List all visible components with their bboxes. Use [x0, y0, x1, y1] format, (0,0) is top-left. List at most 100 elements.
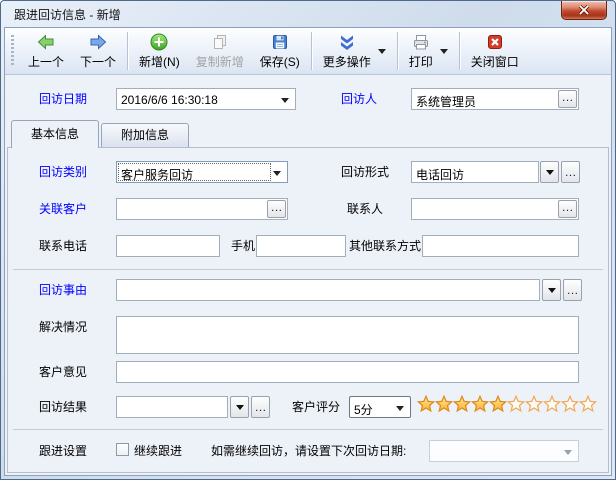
customer-rating-value: 5分 — [354, 401, 373, 418]
contact-field[interactable]: … — [411, 198, 579, 220]
print-button[interactable]: 打印 — [402, 30, 455, 72]
visit-result-lookup-button[interactable]: … — [251, 396, 270, 418]
copy-new-button[interactable]: 复制新增 — [189, 30, 251, 72]
chevron-down-icon — [281, 98, 289, 103]
chevron-down-icon — [273, 171, 281, 176]
next-visit-hint: 如需继续回访，请设置下次回访日期: — [211, 444, 406, 458]
related-customer-label: 关联客户 — [39, 202, 87, 216]
related-customer-lookup-button[interactable]: … — [267, 200, 286, 218]
more-actions-button[interactable]: 更多操作 — [316, 30, 393, 72]
save-button[interactable]: 保存(S) — [253, 30, 307, 72]
visitor-label: 回访人 — [341, 92, 377, 106]
arrow-right-icon — [88, 32, 108, 52]
titlebar-close-button[interactable] — [561, 1, 607, 20]
star-empty-icon[interactable] — [561, 395, 579, 413]
arrow-left-icon — [36, 32, 56, 52]
close-window-icon — [485, 32, 505, 52]
star-empty-icon[interactable] — [507, 395, 525, 413]
other-contact-field[interactable] — [422, 235, 579, 257]
tab-basic-info[interactable]: 基本信息 — [11, 120, 99, 148]
visit-result-dropdown-button[interactable] — [230, 396, 249, 418]
visit-form-value: 电话回访 — [416, 166, 464, 183]
chevron-down-icon — [548, 288, 556, 293]
save-button-label: 保存(S) — [260, 53, 300, 70]
star-filled-icon[interactable] — [417, 395, 435, 413]
star-filled-icon[interactable] — [453, 395, 471, 413]
print-button-label: 打印 — [409, 53, 433, 70]
add-icon — [149, 32, 169, 52]
toolbar-separator — [459, 32, 460, 70]
other-contact-label: 其他联系方式 — [349, 239, 421, 253]
customer-rating-label: 客户评分 — [292, 400, 340, 414]
visitor-field[interactable]: 系统管理员 … — [411, 88, 579, 110]
customer-opinion-label: 客户意见 — [39, 365, 87, 379]
visit-category-label: 回访类别 — [39, 165, 87, 179]
chevron-down-icon — [546, 170, 554, 175]
separator — [13, 269, 603, 270]
visit-reason-dropdown-button[interactable] — [542, 279, 561, 301]
star-empty-icon[interactable] — [525, 395, 543, 413]
next-button-label: 下一个 — [80, 53, 116, 70]
related-customer-field[interactable]: … — [116, 198, 288, 220]
visit-category-combo[interactable]: 客户服务回访 — [116, 161, 288, 183]
next-button[interactable]: 下一个 — [73, 30, 123, 72]
continue-followup-checkbox[interactable] — [116, 443, 129, 456]
dialog-window: 跟进回访信息 - 新增 上一个 — [0, 0, 616, 480]
print-icon — [411, 32, 431, 52]
new-button[interactable]: 新增(N) — [132, 30, 187, 72]
contact-lookup-button[interactable]: … — [558, 200, 577, 218]
copy-icon — [210, 32, 230, 52]
more-actions-icon — [337, 32, 357, 52]
visit-date-combo[interactable]: 2016/6/6 16:30:18 — [116, 88, 296, 110]
titlebar[interactable]: 跟进回访信息 - 新增 — [4, 1, 612, 27]
visit-date-value: 2016/6/6 16:30:18 — [121, 93, 218, 107]
continue-followup-label: 继续跟进 — [134, 444, 182, 458]
visit-reason-label: 回访事由 — [39, 283, 87, 297]
window-title: 跟进回访信息 - 新增 — [4, 6, 121, 23]
next-visit-date-combo — [429, 440, 579, 462]
chevron-down-icon — [564, 450, 572, 455]
chevron-down-icon — [396, 406, 404, 411]
customer-opinion-field[interactable] — [116, 361, 579, 383]
visit-reason-lookup-button[interactable]: … — [563, 279, 582, 301]
visit-category-value: 客户服务回访 — [121, 166, 193, 183]
visit-form-label: 回访形式 — [341, 165, 389, 179]
toolbar-separator — [397, 32, 398, 70]
toolbar: 上一个 下一个 新增(N) — [5, 28, 611, 75]
toolbar-grip[interactable] — [11, 35, 14, 67]
visit-date-label: 回访日期 — [39, 92, 87, 106]
toolbar-separator — [311, 32, 312, 70]
star-empty-icon[interactable] — [579, 395, 597, 413]
star-rating[interactable] — [417, 395, 597, 413]
close-icon — [578, 5, 590, 15]
visit-result-label: 回访结果 — [39, 400, 87, 414]
previous-button[interactable]: 上一个 — [21, 30, 71, 72]
visit-form-lookup-button[interactable]: … — [561, 161, 580, 183]
followup-settings-label: 跟进设置 — [39, 444, 87, 458]
close-window-button-label: 关闭窗口 — [471, 53, 519, 70]
star-empty-icon[interactable] — [543, 395, 561, 413]
tab-additional-info[interactable]: 附加信息 — [101, 123, 189, 147]
mobile-label: 手机 — [231, 239, 255, 253]
customer-rating-combo[interactable]: 5分 — [349, 396, 411, 418]
visit-result-field[interactable] — [116, 396, 228, 418]
new-button-label: 新增(N) — [139, 53, 180, 70]
visit-form-field[interactable]: 电话回访 — [411, 161, 539, 183]
star-filled-icon[interactable] — [471, 395, 489, 413]
visit-reason-field[interactable] — [116, 279, 540, 301]
visit-form-dropdown-button[interactable] — [540, 161, 559, 183]
star-filled-icon[interactable] — [489, 395, 507, 413]
tab-panel — [7, 147, 609, 473]
solution-textarea[interactable] — [116, 316, 579, 354]
previous-button-label: 上一个 — [28, 53, 64, 70]
close-window-button[interactable]: 关闭窗口 — [464, 30, 526, 72]
star-filled-icon[interactable] — [435, 395, 453, 413]
mobile-field[interactable] — [256, 235, 346, 257]
dialog-body: 上一个 下一个 新增(N) — [4, 27, 612, 476]
chevron-down-icon — [378, 49, 386, 54]
phone-label: 联系电话 — [39, 239, 87, 253]
contact-label: 联系人 — [347, 202, 383, 216]
separator — [13, 429, 603, 430]
phone-field[interactable] — [116, 235, 220, 257]
visitor-lookup-button[interactable]: … — [558, 90, 577, 108]
